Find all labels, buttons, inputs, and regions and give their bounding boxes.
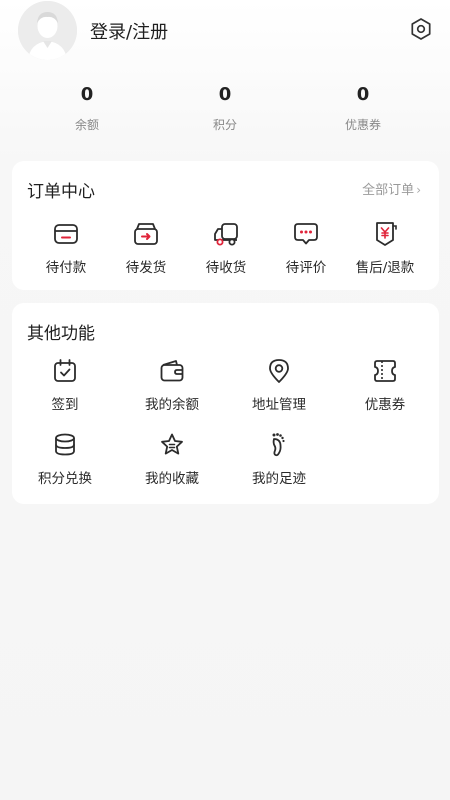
login-register-link[interactable]: 登录/注册 xyxy=(90,18,168,44)
account-stats: 0 余额 0 积分 0 优惠券 xyxy=(0,82,450,142)
yen-refund-icon xyxy=(376,222,397,246)
default-avatar-icon xyxy=(18,1,77,60)
wallet-card-icon xyxy=(54,224,78,244)
order-pending-payment-label: 待付款 xyxy=(45,260,87,276)
truck-icon xyxy=(214,223,238,246)
wallet-icon xyxy=(160,360,184,382)
feature-address-management[interactable]: 地址管理 xyxy=(234,357,324,413)
coin-stack-icon xyxy=(55,433,75,456)
location-pin-icon xyxy=(269,359,289,383)
other-functions-title: 其他功能 xyxy=(27,324,95,344)
points-label: 积分 xyxy=(212,118,237,132)
feature-my-balance-label: 我的余额 xyxy=(145,397,199,413)
feature-my-footprints[interactable]: 我的足迹 xyxy=(234,431,324,487)
box-arrow-icon xyxy=(134,223,158,245)
other-functions-card: 其他功能 签到 我的余额 地址管理 优惠券 积分兑换 我的收藏 我的足迹 xyxy=(12,303,439,504)
order-pending-receipt-label: 待收货 xyxy=(205,260,247,276)
feature-points-exchange[interactable]: 积分兑换 xyxy=(20,431,110,487)
chevron-right-icon: › xyxy=(416,183,421,197)
feature-my-favorites-label: 我的收藏 xyxy=(145,471,199,487)
feature-checkin-label: 签到 xyxy=(51,397,79,413)
coupons-value: 0 xyxy=(356,84,370,105)
balance-label: 余额 xyxy=(74,118,99,132)
points-value: 0 xyxy=(218,84,232,105)
coupons-label: 优惠券 xyxy=(344,118,381,132)
order-center-card: 订单中心 全部订单 › 待付款 待发货 待收货 待评价 售后/退款 xyxy=(12,161,439,290)
all-orders-link[interactable]: 全部订单 › xyxy=(362,179,421,198)
balance-stat[interactable]: 0 余额 xyxy=(27,82,147,133)
avatar[interactable] xyxy=(18,1,77,60)
feature-coupons[interactable]: 优惠券 xyxy=(340,357,430,413)
profile-page: 登录/注册 0 余额 0 积分 0 优惠券 订单中心 全部订单 › 待付款 待发… xyxy=(0,0,450,800)
feature-coupons-label: 优惠券 xyxy=(364,397,406,413)
order-after-sales[interactable]: 售后/退款 xyxy=(340,220,430,276)
calendar-check-icon xyxy=(54,359,76,382)
profile-header: 登录/注册 xyxy=(0,0,450,62)
order-pending-receipt[interactable]: 待收货 xyxy=(181,220,271,276)
balance-value: 0 xyxy=(80,84,94,105)
order-pending-shipment-label: 待发货 xyxy=(125,260,167,276)
order-pending-review[interactable]: 待评价 xyxy=(261,220,351,276)
feature-my-favorites[interactable]: 我的收藏 xyxy=(127,431,217,487)
chat-bubble-icon xyxy=(294,223,318,245)
coupon-icon xyxy=(374,360,396,382)
order-center-title: 订单中心 xyxy=(27,182,95,202)
footprint-icon xyxy=(272,433,285,457)
coupons-stat[interactable]: 0 优惠券 xyxy=(303,82,423,133)
feature-address-management-label: 地址管理 xyxy=(252,397,306,413)
star-icon xyxy=(161,433,183,455)
order-after-sales-label: 售后/退款 xyxy=(355,260,415,276)
feature-points-exchange-label: 积分兑换 xyxy=(38,471,92,487)
order-pending-review-label: 待评价 xyxy=(285,260,327,276)
order-pending-payment[interactable]: 待付款 xyxy=(21,220,111,276)
feature-my-footprints-label: 我的足迹 xyxy=(252,471,306,487)
order-pending-shipment[interactable]: 待发货 xyxy=(101,220,191,276)
points-stat[interactable]: 0 积分 xyxy=(165,82,285,133)
all-orders-label: 全部订单 xyxy=(362,183,415,198)
settings-button[interactable] xyxy=(408,16,434,42)
feature-checkin[interactable]: 签到 xyxy=(20,357,110,413)
gear-icon xyxy=(411,18,431,40)
feature-my-balance[interactable]: 我的余额 xyxy=(127,357,217,413)
